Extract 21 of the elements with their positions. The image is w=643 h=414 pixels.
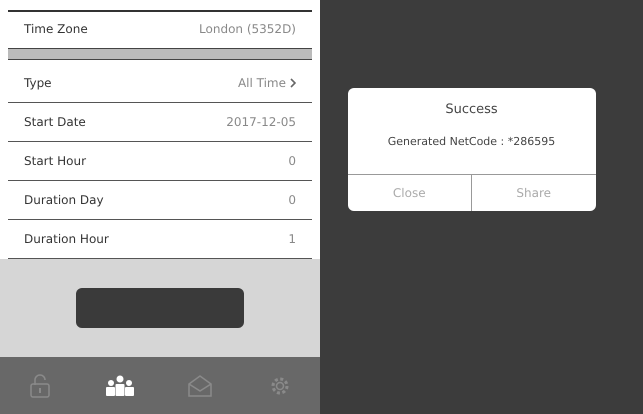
- dialog-button[interactable]: Share: [471, 175, 596, 211]
- envelope-icon: [187, 374, 213, 398]
- row-value: London (5352D): [199, 22, 296, 36]
- row-label: Type: [24, 76, 52, 90]
- row-label: Start Date: [24, 115, 86, 129]
- row-value: 0: [288, 193, 296, 207]
- row-value: All Time: [238, 76, 286, 90]
- dialog-title: Success: [444, 101, 499, 119]
- lock-icon: [30, 374, 50, 398]
- people-icon: [105, 374, 135, 396]
- row-label: Time Zone: [24, 22, 88, 36]
- row-value: 1: [288, 232, 296, 246]
- row-value: 2017-12-05: [226, 115, 296, 129]
- dialog-button[interactable]: Close: [348, 175, 471, 211]
- action-button[interactable]: [76, 288, 244, 328]
- row-label: Start Hour: [24, 154, 86, 168]
- row-value: 0: [288, 154, 296, 168]
- row-label: Duration Day: [24, 193, 104, 207]
- row-label: Duration Hour: [24, 232, 109, 246]
- dialog-message: Generated NetCode : *286595: [386, 134, 556, 150]
- chevron-icon: [290, 78, 296, 88]
